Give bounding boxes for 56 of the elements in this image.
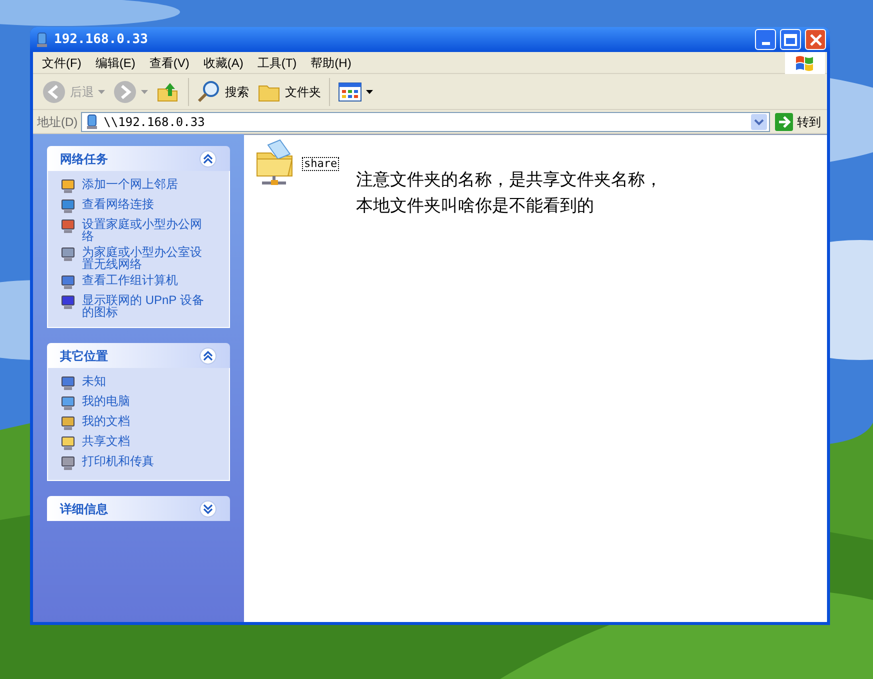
task-link[interactable]: 我的文档 (82, 415, 208, 427)
minimize-button[interactable] (755, 29, 776, 50)
item-icon (60, 375, 76, 391)
collapse-chevron-icon (199, 346, 217, 364)
item-icon (60, 246, 76, 262)
panel-header[interactable]: 详细信息 (47, 496, 230, 521)
computer-icon (34, 32, 50, 48)
item-icon (60, 415, 76, 431)
item-icon (60, 395, 76, 411)
maximize-icon (784, 34, 797, 46)
item-icon (60, 435, 76, 451)
menu-item[interactable]: 收藏(A) (196, 54, 250, 72)
address-label: 地址(D) (37, 114, 78, 130)
panel-header[interactable]: 其它位置 (47, 343, 230, 368)
file-name[interactable]: share (302, 157, 340, 171)
task-link[interactable]: 添加一个网上邻居 (82, 178, 208, 190)
collapse-chevron-icon (199, 150, 217, 168)
search-icon (197, 80, 221, 104)
window-title: 192.168.0.33 (54, 30, 149, 49)
views-icon (338, 82, 362, 102)
task-link[interactable]: 未知 (82, 375, 208, 387)
expand-chevron-icon (199, 500, 217, 518)
task-link[interactable]: 我的电脑 (82, 395, 208, 407)
maximize-button[interactable] (780, 29, 801, 50)
menu-item[interactable]: 编辑(E) (88, 54, 142, 72)
minimize-icon (762, 42, 770, 45)
item-icon (60, 274, 76, 290)
item-icon (60, 178, 76, 194)
task-link[interactable]: 显示联网的 UPnP 设备的图标 (82, 294, 208, 318)
task-link[interactable]: 设置家庭或小型办公网络 (82, 218, 208, 242)
folders-button[interactable]: 文件夹 (254, 76, 324, 106)
item-icon (60, 294, 76, 310)
annotation-text: 注意文件夹的名称，是共享文件夹名称， 本地文件夹叫啥你是不能看到的 (356, 169, 662, 217)
panel-header[interactable]: 网络任务 (47, 146, 230, 171)
task-link[interactable]: 查看网络连接 (82, 198, 208, 210)
caret-icon (141, 90, 148, 94)
task-link[interactable]: 共享文档 (82, 435, 208, 447)
menu-item[interactable]: 帮助(H) (304, 54, 358, 72)
close-button[interactable] (805, 29, 826, 50)
go-button[interactable]: 转到 (773, 112, 823, 130)
task-link[interactable]: 查看工作组计算机 (82, 274, 208, 286)
go-arrow-icon (775, 112, 793, 130)
task-link[interactable]: 打印机和传真 (82, 455, 208, 467)
item-icon (60, 198, 76, 214)
menu-item[interactable]: 文件(F) (35, 54, 88, 72)
windows-flag-icon (785, 52, 825, 74)
item-icon (60, 455, 76, 471)
item-icon (60, 218, 76, 234)
close-icon (810, 34, 822, 46)
caret-icon (98, 90, 105, 94)
caret-icon (366, 90, 373, 94)
task-link[interactable]: 为家庭或小型办公室设置无线网络 (82, 246, 208, 270)
menu-item[interactable]: 工具(T) (250, 54, 304, 72)
search-button[interactable]: 搜索 (194, 76, 252, 106)
address-field[interactable]: \\192.168.0.33 (80, 112, 770, 132)
menu-item[interactable]: 查看(V) (142, 54, 196, 72)
